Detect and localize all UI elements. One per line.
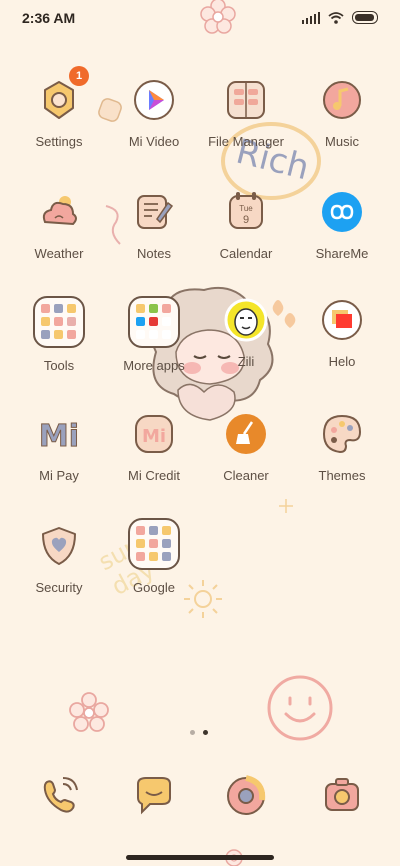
notes-icon <box>137 195 174 229</box>
app-label: Notes <box>137 246 171 261</box>
mi-credit-icon: Mi <box>135 415 173 453</box>
page-dot-active[interactable] <box>203 730 208 735</box>
shareme-icon <box>322 192 362 232</box>
music-icon <box>323 81 361 119</box>
chat-bubble-icon <box>137 777 171 815</box>
folder-icon <box>128 518 180 570</box>
status-time: 2:36 AM <box>22 10 76 26</box>
app-label: ShareMe <box>315 246 369 261</box>
status-icons <box>302 11 378 24</box>
app-tools-folder[interactable]: Tools <box>9 296 109 373</box>
smiley-decoration <box>267 675 333 741</box>
folder-icon <box>128 296 180 348</box>
weather-icon <box>42 196 77 226</box>
sparkle-decoration <box>279 499 293 513</box>
app-more-apps-folder[interactable]: More apps <box>104 296 204 373</box>
app-weather[interactable]: Weather <box>9 188 109 261</box>
svg-text:Tue: Tue <box>239 204 253 213</box>
app-label: Music <box>325 134 359 149</box>
dock-browser[interactable] <box>196 772 296 825</box>
notification-badge: 1 <box>69 66 89 86</box>
app-label: File Manager <box>208 134 284 149</box>
app-helo[interactable]: Helo <box>292 296 392 369</box>
app-label: Mi Pay <box>39 468 79 483</box>
svg-text:Mi: Mi <box>142 426 166 447</box>
svg-text:9: 9 <box>243 214 249 226</box>
app-mi-video[interactable]: Mi Video <box>104 76 204 149</box>
app-themes[interactable]: Themes <box>292 410 392 483</box>
app-label: Security <box>35 580 83 595</box>
app-label: Tools <box>43 358 75 373</box>
signal-icon <box>302 11 320 24</box>
palette-icon <box>322 414 362 454</box>
play-icon <box>134 80 174 120</box>
app-label: Themes <box>318 468 366 483</box>
phone-icon <box>43 777 78 813</box>
app-file-manager[interactable]: File Manager <box>196 76 296 149</box>
mi-pay-icon: Mi <box>38 419 79 455</box>
app-label: More apps <box>123 358 185 373</box>
app-google-folder[interactable]: Google <box>104 518 204 595</box>
battery-icon <box>352 11 378 24</box>
app-label: Google <box>133 580 175 595</box>
app-mi-pay[interactable]: Mi Mi Pay <box>9 410 109 484</box>
app-label: Weather <box>34 246 84 261</box>
dock-messages[interactable] <box>104 772 204 825</box>
helo-icon <box>322 300 362 340</box>
broom-icon <box>226 414 266 454</box>
app-label: Mi Credit <box>127 468 180 483</box>
app-settings[interactable]: 1 Settings <box>9 66 109 149</box>
app-label: Settings <box>35 134 83 149</box>
browser-icon <box>227 775 266 815</box>
app-label: Mi Video <box>128 134 180 149</box>
app-label: Zili <box>237 354 255 369</box>
flower-decoration-bottom <box>69 692 109 732</box>
page-dot[interactable] <box>190 730 195 735</box>
page-indicator <box>190 730 208 735</box>
app-notes[interactable]: Notes <box>104 188 204 261</box>
dock-phone[interactable] <box>9 772 109 825</box>
wifi-icon <box>328 11 344 24</box>
app-shareme[interactable]: ShareMe <box>292 188 392 261</box>
app-zili[interactable]: Zili <box>196 296 296 369</box>
app-security[interactable]: Security <box>9 522 109 595</box>
app-label: Cleaner <box>223 468 269 483</box>
zili-icon <box>224 298 268 342</box>
folder-icon <box>227 81 265 119</box>
shield-icon <box>42 527 76 565</box>
dock-camera[interactable] <box>292 772 392 825</box>
home-indicator[interactable] <box>126 855 274 860</box>
app-music[interactable]: Music <box>292 76 392 149</box>
camera-icon <box>325 778 359 811</box>
app-cleaner[interactable]: Cleaner <box>196 410 296 483</box>
flower-decoration-top <box>200 0 236 34</box>
calendar-icon: Tue 9 <box>229 192 263 229</box>
app-label: Helo <box>328 354 356 369</box>
folder-icon <box>33 296 85 348</box>
svg-text:Mi: Mi <box>39 419 79 454</box>
app-mi-credit[interactable]: Mi Mi Credit <box>104 410 204 483</box>
app-calendar[interactable]: Tue 9 Calendar <box>196 188 296 261</box>
app-label: Calendar <box>219 246 273 261</box>
